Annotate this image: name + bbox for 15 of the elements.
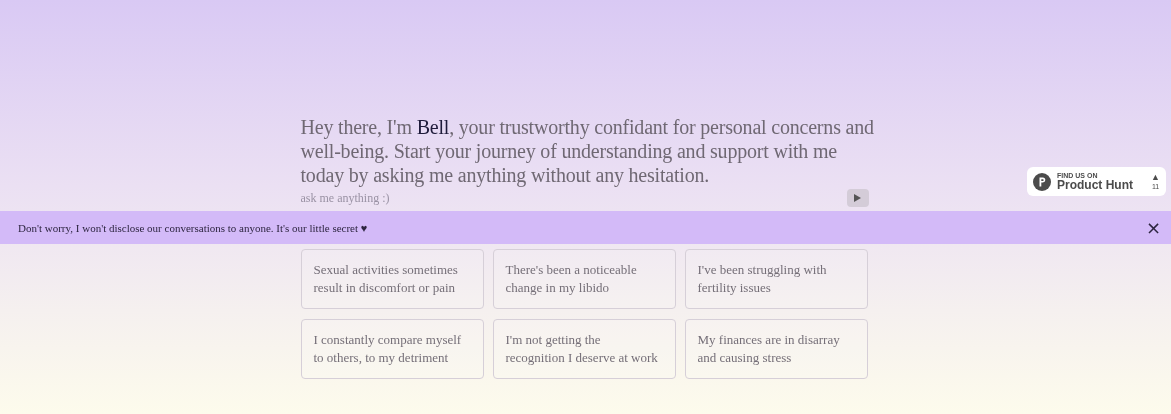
close-button[interactable]: × <box>1141 217 1165 238</box>
message-input[interactable]: ask me anything :) <box>300 190 841 206</box>
send-button[interactable] <box>846 189 869 207</box>
privacy-notice: Don't worry, I won't disclose our conversations to anyone. It's our little secret ♥ <box>18 221 368 234</box>
suggestion-card[interactable]: I'm not getting the recognition I deserve at work <box>492 319 676 379</box>
upvote-arrow: ▲ <box>1151 172 1160 183</box>
suggestion-card[interactable]: Sexual activities sometimes result in discomfort or pain <box>300 249 484 309</box>
suggestion-card[interactable]: There's been a noticeable change in my libido <box>492 249 676 309</box>
suggestion-card[interactable]: My finances are in disarray and causing stress <box>684 319 868 379</box>
logo-icon <box>1033 172 1051 191</box>
intro-text: Hey there, I'm Bell, your trustworthy confidant for personal concerns and well-being. Start your journey of understanding and support with me today by asking me anything without any hesitation. <box>300 115 875 187</box>
suggestion-card[interactable]: I constantly compare myself to others, to my detriment <box>300 319 484 379</box>
send-icon <box>854 194 861 202</box>
suggestion-card[interactable]: I've been struggling with fertility issues <box>684 249 868 309</box>
badge-title: Product Hunt <box>1057 179 1134 191</box>
